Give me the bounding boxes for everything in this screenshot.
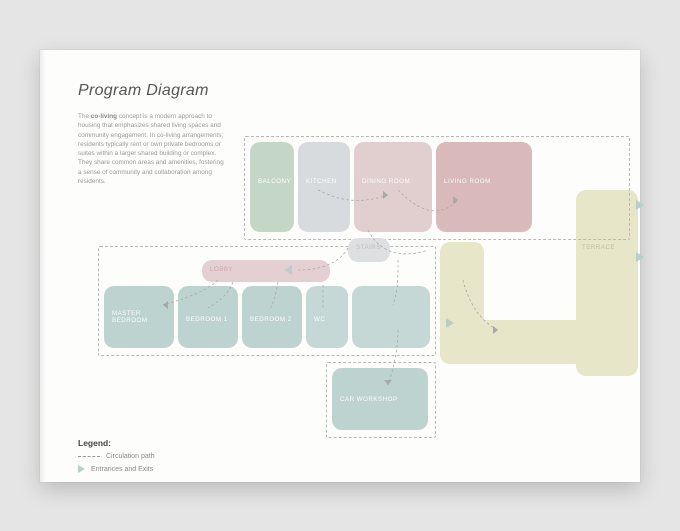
arrow-entry-icon <box>284 265 292 275</box>
room-living: LIVING ROOM <box>436 142 532 232</box>
terrace-label: TERRACE <box>582 244 632 251</box>
corridor-horizontal <box>440 320 590 364</box>
stage: Program Diagram The co-living concept is… <box>0 0 680 531</box>
room-wc: WC <box>306 286 348 348</box>
balcony-label: BALCONY <box>258 178 286 185</box>
dining-label: DINING ROOM <box>362 178 424 185</box>
lobby-label: LOBBY <box>210 266 322 273</box>
arrow-entry-icon <box>446 318 454 328</box>
legend-circulation-label: Circulation path <box>106 453 155 460</box>
wc-label: WC <box>314 316 340 323</box>
room-stairs: STAIRS <box>348 238 390 262</box>
room-kitchen: KITCHEN <box>298 142 350 232</box>
room-bedroom-1: BEDROOM 1 <box>178 286 238 348</box>
dashed-line-icon <box>78 456 100 457</box>
legend-row-circulation: Circulation path <box>78 453 155 460</box>
kitchen-label: KITCHEN <box>306 178 342 185</box>
living-label: LIVING ROOM <box>444 178 524 185</box>
room-bedroom-2: BEDROOM 2 <box>242 286 302 348</box>
arrow-exit-icon <box>636 200 644 210</box>
legend: Legend: Circulation path Entrances and E… <box>78 438 155 473</box>
room-lobby: LOBBY <box>202 260 330 282</box>
room-passage <box>352 286 430 348</box>
master-label: MASTER BEDROOM <box>112 310 166 324</box>
bed1-label: BEDROOM 1 <box>186 316 230 323</box>
room-dining: DINING ROOM <box>354 142 432 232</box>
stairs-label: STAIRS <box>356 244 382 251</box>
document-card: Program Diagram The co-living concept is… <box>40 50 640 482</box>
floor-plan: TERRACE BALCONY KITCHEN DINING ROOM LIVI… <box>98 130 618 460</box>
room-car-workshop: CAR WORKSHOP <box>332 368 428 430</box>
triangle-icon <box>78 465 85 473</box>
room-master-bedroom: MASTER BEDROOM <box>104 286 174 348</box>
legend-entrances-label: Entrances and Exits <box>91 466 153 473</box>
legend-row-entrances: Entrances and Exits <box>78 465 155 473</box>
bed2-label: BEDROOM 2 <box>250 316 294 323</box>
arrow-exit-icon <box>636 252 644 262</box>
para-prefix: The <box>78 113 91 120</box>
book-spine <box>40 50 46 482</box>
workshop-label: CAR WORKSHOP <box>340 396 420 403</box>
page-title: Program Diagram <box>78 82 209 100</box>
para-lead: co-living <box>91 113 117 120</box>
room-balcony: BALCONY <box>250 142 294 232</box>
legend-heading: Legend: <box>78 438 111 448</box>
